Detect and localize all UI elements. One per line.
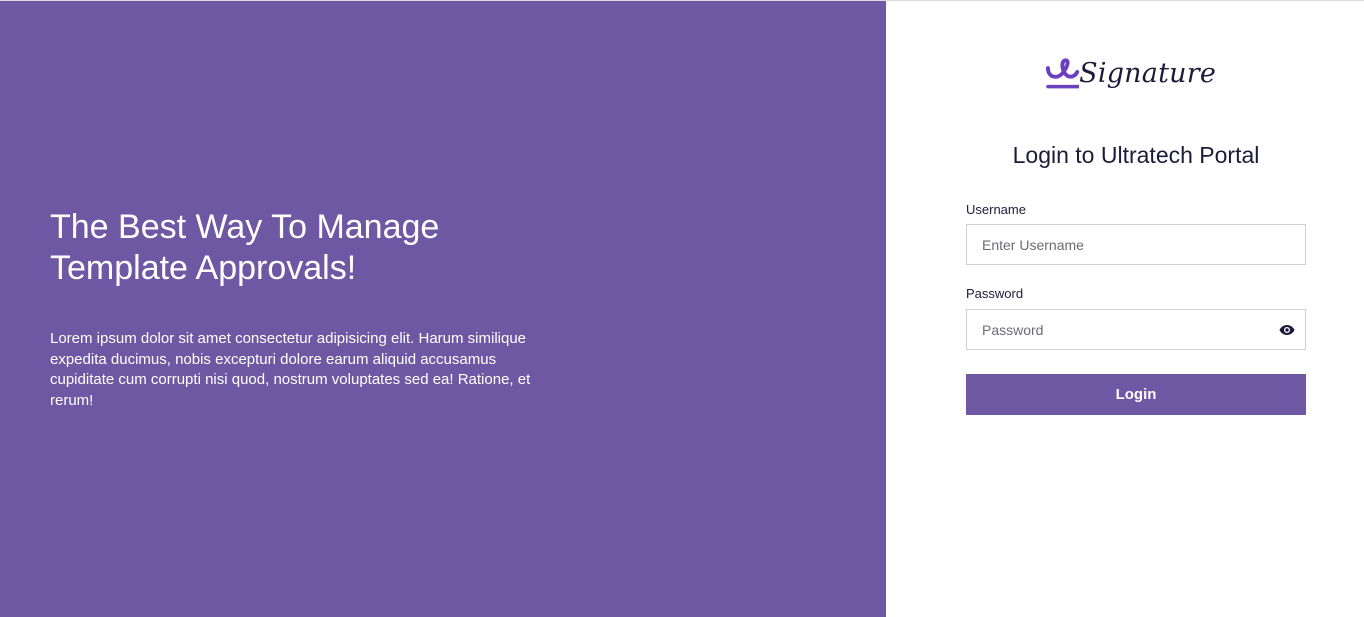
login-title: Login to Ultratech Portal (1012, 142, 1260, 168)
brand-logo: Signature (1046, 52, 1216, 92)
signature-logo-icon (1046, 58, 1080, 89)
hero-description: Lorem ipsum dolor sit amet consectetur a… (50, 330, 531, 409)
eye-icon[interactable] (1277, 321, 1297, 339)
username-label: Username (966, 202, 1026, 217)
login-button[interactable]: Login (966, 374, 1306, 415)
username-input[interactable] (966, 224, 1306, 265)
password-label: Password (966, 286, 1024, 301)
hero-title: The Best Way To Manage Template Approval… (50, 208, 440, 287)
hero-panel (0, 1, 886, 617)
password-input[interactable] (966, 309, 1306, 350)
brand-name: Signature (1079, 57, 1216, 89)
